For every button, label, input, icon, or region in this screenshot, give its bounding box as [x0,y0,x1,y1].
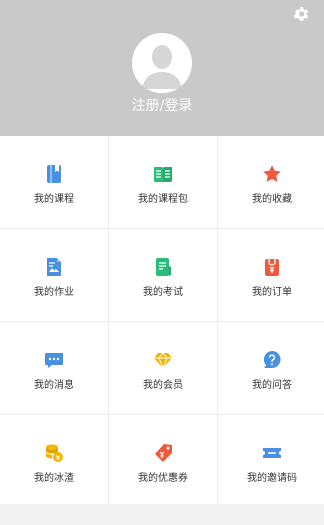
user-silhouette-icon [132,33,192,93]
menu-item-label: 我的邀请码 [247,473,297,484]
menu-item-my-qa[interactable]: 我的问答 [218,322,324,414]
open-book-icon [153,164,173,184]
menu-item-label: 我的会员 [143,380,183,391]
menu-item-my-coupons[interactable]: 我的优惠券 [109,415,217,507]
menu-item-my-messages[interactable]: 我的消息 [0,322,108,414]
menu-item-my-invite-code[interactable]: 我的邀请码 [218,415,324,507]
menu-item-label: 我的收藏 [252,194,292,205]
menu-item-my-orders[interactable]: 我的订单 [218,229,324,321]
avatar[interactable] [132,33,192,93]
menu-item-label: 我的消息 [34,380,74,391]
menu-item-label: 我的作业 [34,287,74,298]
menu-item-label: 我的考试 [143,287,183,298]
menu-item-label: 我的课程 [34,194,74,205]
menu-item-label: 我的课程包 [138,194,188,205]
menu-item-label: 我的冰渣 [34,473,74,484]
menu-item-my-course-packages[interactable]: 我的课程包 [109,136,217,228]
profile-header: 注册/登录 [0,0,324,136]
message-bubble-icon [44,350,64,370]
order-bag-icon [262,257,282,277]
coins-icon [44,443,64,463]
diamond-icon [153,350,173,370]
menu-item-label: 我的优惠券 [138,473,188,484]
star-icon [262,164,282,184]
document-image-icon [44,257,64,277]
exam-icon [153,257,173,277]
menu-item-my-courses[interactable]: 我的课程 [0,136,108,228]
bottom-spacer [0,504,324,525]
menu-item-my-points[interactable]: 我的冰渣 [0,415,108,507]
register-login-link[interactable]: 注册/登录 [0,96,324,116]
menu-item-label: 我的订单 [252,287,292,298]
ticket-icon [262,443,282,463]
book-icon [44,164,64,184]
menu-item-my-membership[interactable]: 我的会员 [109,322,217,414]
menu-item-my-homework[interactable]: 我的作业 [0,229,108,321]
settings-gear-icon[interactable] [292,5,310,23]
question-bubble-icon [262,350,282,370]
menu-item-label: 我的问答 [252,380,292,391]
menu-item-my-exams[interactable]: 我的考试 [109,229,217,321]
menu-item-my-favorites[interactable]: 我的收藏 [218,136,324,228]
coupon-tag-icon [153,443,173,463]
menu-grid: 我的课程 我的课程包 我的收藏 我的作业 我的考试 我的订单 我的消息 我的会员… [0,136,324,507]
